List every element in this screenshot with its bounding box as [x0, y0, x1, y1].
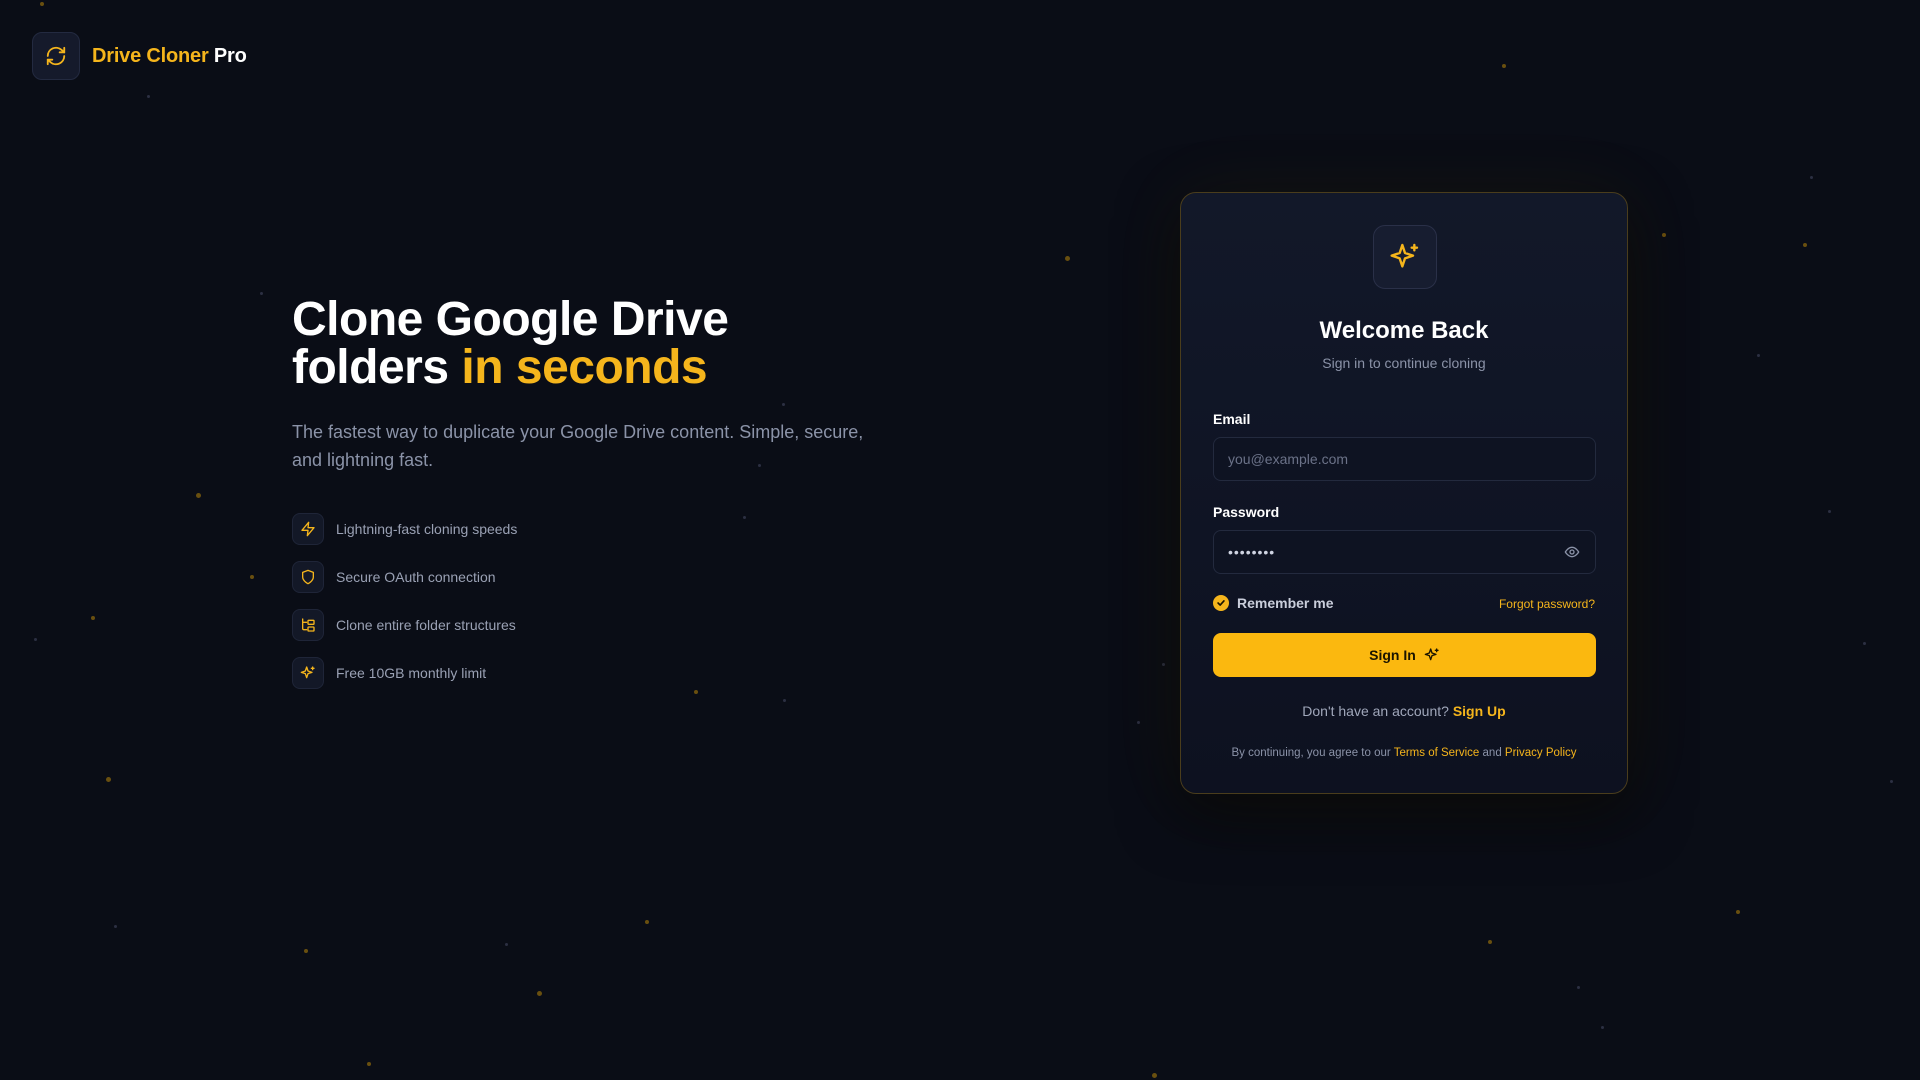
particle: [1890, 780, 1893, 783]
folder-tree-icon: [292, 609, 324, 641]
particle: [106, 777, 111, 782]
password-field[interactable]: ••••••••: [1213, 530, 1596, 574]
particle: [645, 920, 649, 924]
terms-of-service-link[interactable]: Terms of Service: [1394, 747, 1480, 759]
particle: [1152, 1073, 1157, 1078]
particle: [1810, 176, 1813, 179]
hero-title: Clone Google Drive folders in seconds: [292, 296, 892, 392]
forgot-password-link[interactable]: Forgot password?: [1499, 597, 1595, 611]
particle: [147, 95, 150, 98]
eye-icon[interactable]: [1563, 543, 1581, 561]
email-field[interactable]: [1228, 451, 1581, 467]
remember-me-label: Remember me: [1237, 595, 1334, 611]
brand-logo[interactable]: Drive Cloner Pro: [32, 32, 247, 80]
password-label: Password: [1213, 504, 1280, 520]
particle: [1601, 1026, 1604, 1029]
hero-subtitle: The fastest way to duplicate your Google…: [292, 422, 864, 470]
particle: [1736, 910, 1740, 914]
particle: [783, 699, 786, 702]
particle: [367, 1062, 371, 1066]
feature-item: Free 10GB monthly limit: [292, 656, 517, 690]
feature-list: Lightning-fast cloning speeds Secure OAu…: [292, 512, 517, 704]
email-label: Email: [1213, 411, 1251, 427]
particle: [34, 638, 37, 641]
refresh-icon: [32, 32, 80, 80]
feature-text: Secure OAuth connection: [336, 569, 496, 585]
particle: [114, 925, 117, 928]
particle: [1065, 256, 1070, 261]
feature-item: Clone entire folder structures: [292, 608, 517, 642]
hero-title-line1: Clone Google Drive: [292, 293, 729, 346]
particle: [694, 690, 698, 694]
brand-name: Drive Cloner Pro: [92, 45, 247, 68]
particle: [743, 516, 746, 519]
hero-title-plain: folders: [292, 341, 449, 394]
login-subtitle: Sign in to continue cloning: [1322, 355, 1486, 371]
particle: [537, 991, 542, 996]
feature-item: Lightning-fast cloning speeds: [292, 512, 517, 546]
particle: [1803, 243, 1807, 247]
particle: [1863, 642, 1866, 645]
remember-me-checkbox[interactable]: Remember me: [1213, 595, 1334, 611]
login-card: Welcome Back Sign in to continue cloning…: [1180, 192, 1628, 794]
login-title: Welcome Back: [1319, 317, 1489, 344]
hero-title-accent: in seconds: [461, 341, 708, 394]
sparkles-icon: [292, 657, 324, 689]
feature-text: Lightning-fast cloning speeds: [336, 521, 518, 537]
particle: [1757, 354, 1760, 357]
terms-and: and: [1482, 747, 1502, 759]
signup-prompt: Don't have an account? Sign Up: [1181, 703, 1627, 719]
terms-notice: By continuing, you agree to our Terms of…: [1181, 747, 1627, 759]
particle: [91, 616, 95, 620]
particle: [40, 2, 44, 6]
particle: [196, 493, 201, 498]
email-field-wrapper: [1213, 437, 1596, 481]
particle: [304, 949, 308, 953]
particle: [1488, 940, 1492, 944]
particle: [505, 943, 508, 946]
privacy-policy-link[interactable]: Privacy Policy: [1505, 747, 1577, 759]
sparkles-icon: [1373, 225, 1437, 289]
particle: [250, 575, 254, 579]
particle: [1577, 986, 1580, 989]
signup-prompt-text: Don't have an account?: [1302, 703, 1449, 719]
brand-name-suffix: Pro: [213, 44, 247, 67]
particle: [1662, 233, 1666, 237]
particle: [1137, 721, 1140, 724]
shield-icon: [292, 561, 324, 593]
particle: [1502, 64, 1506, 68]
sparkles-icon: [1424, 647, 1440, 663]
particle: [1162, 663, 1165, 666]
feature-text: Free 10GB monthly limit: [336, 665, 487, 681]
terms-prefix: By continuing, you agree to our: [1231, 747, 1391, 759]
password-value: ••••••••: [1228, 544, 1276, 560]
sign-in-button[interactable]: Sign In: [1213, 633, 1596, 677]
hero-section: Clone Google Drive folders in seconds Th…: [292, 296, 892, 474]
particle: [260, 292, 263, 295]
sign-up-link[interactable]: Sign Up: [1453, 703, 1506, 719]
lightning-icon: [292, 513, 324, 545]
brand-name-accent: Drive Cloner: [92, 44, 209, 67]
feature-item: Secure OAuth connection: [292, 560, 517, 594]
particle: [1828, 510, 1831, 513]
sign-in-label: Sign In: [1369, 647, 1416, 663]
check-icon: [1213, 595, 1229, 611]
feature-text: Clone entire folder structures: [336, 617, 516, 633]
